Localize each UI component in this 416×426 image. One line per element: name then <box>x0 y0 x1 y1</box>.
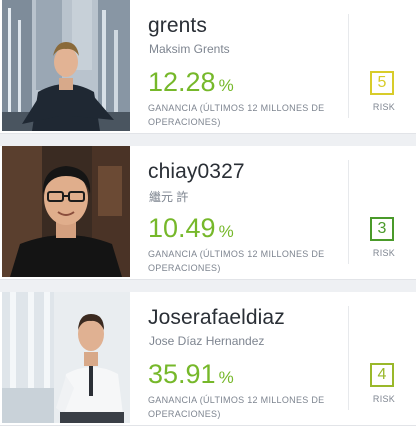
gain-label: GANANCIA (ÚLTIMOS 12 MILLONES DE OPERACI… <box>148 249 325 273</box>
trader-real-name: 繼元 許 <box>149 190 189 204</box>
trader-card[interactable]: Joserafaeldiaz Jose Díaz Hernandez 35.91… <box>0 292 416 426</box>
risk-label: RISK <box>372 102 396 112</box>
trader-photo[interactable] <box>2 292 130 423</box>
gain-value: 35.91% <box>148 359 234 390</box>
trader-info: grents Maksim Grents 12.28% GANANCIA (ÚL… <box>148 0 348 134</box>
gain-unit: % <box>218 222 234 241</box>
gain-unit: % <box>218 368 234 387</box>
gain-value: 12.28% <box>148 67 234 98</box>
trader-username[interactable]: Joserafaeldiaz <box>148 306 285 330</box>
trader-info: Joserafaeldiaz Jose Díaz Hernandez 35.91… <box>148 292 348 426</box>
trader-info: chiay0327 繼元 許 10.49% GANANCIA (ÚLTIMOS … <box>148 146 348 280</box>
gain-number: 10.49 <box>148 213 216 243</box>
gain-number: 12.28 <box>148 67 216 97</box>
trader-list: grents Maksim Grents 12.28% GANANCIA (ÚL… <box>0 0 416 426</box>
risk-score-badge: 4 <box>370 363 394 387</box>
trader-username[interactable]: grents <box>148 14 207 38</box>
trader-photo[interactable] <box>2 0 130 131</box>
trader-real-name: Maksim Grents <box>149 42 230 56</box>
gain-number: 35.91 <box>148 359 216 389</box>
gain-label: GANANCIA (ÚLTIMOS 12 MILLONES DE OPERACI… <box>148 103 325 127</box>
gain-unit: % <box>218 76 234 95</box>
divider <box>348 14 349 118</box>
trader-card[interactable]: grents Maksim Grents 12.28% GANANCIA (ÚL… <box>0 0 416 134</box>
trader-photo[interactable] <box>2 146 130 277</box>
risk-label: RISK <box>372 394 396 404</box>
risk-score-badge: 5 <box>370 71 394 95</box>
gain-value: 10.49% <box>148 213 234 244</box>
divider <box>348 160 349 264</box>
gain-label: GANANCIA (ÚLTIMOS 12 MILLONES DE OPERACI… <box>148 395 325 419</box>
trader-card[interactable]: chiay0327 繼元 許 10.49% GANANCIA (ÚLTIMOS … <box>0 146 416 280</box>
risk-label: RISK <box>372 248 396 258</box>
trader-username[interactable]: chiay0327 <box>148 160 245 184</box>
trader-real-name: Jose Díaz Hernandez <box>149 334 265 348</box>
divider <box>348 306 349 410</box>
risk-score-badge: 3 <box>370 217 394 241</box>
